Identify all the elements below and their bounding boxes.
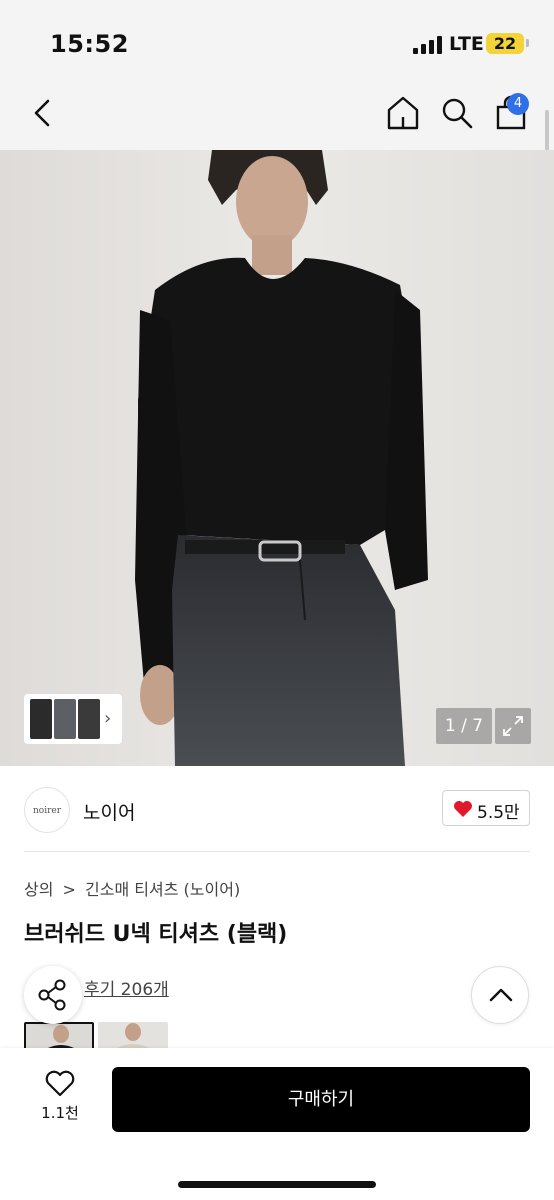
heart-outline-icon — [45, 1070, 75, 1097]
expand-icon — [503, 716, 523, 736]
product-title: 브러쉬드 U넥 티셔츠 (블랙) — [24, 922, 288, 947]
brand-name[interactable]: 노이어 — [83, 798, 135, 825]
chevron-left-icon — [34, 99, 50, 127]
share-icon — [38, 979, 66, 1011]
brand-like-button[interactable]: 5.5만 — [442, 790, 530, 826]
brand-row: noirer 노이어 5.5만 — [0, 766, 554, 852]
network-label: LTE — [449, 33, 484, 55]
home-icon — [387, 96, 419, 130]
color-option-black[interactable] — [24, 1022, 94, 1050]
gallery-thumb[interactable] — [54, 699, 76, 739]
gallery-thumb[interactable] — [78, 699, 100, 739]
status-bar: 15:52 LTE 22 — [0, 0, 554, 80]
scroll-top-button[interactable] — [471, 966, 529, 1024]
search-button[interactable] — [440, 96, 474, 130]
brand-logo[interactable]: noirer — [24, 787, 70, 833]
home-indicator — [178, 1181, 376, 1188]
wishlist-button[interactable]: 1.1천 — [30, 1068, 90, 1128]
model-photo — [0, 150, 554, 766]
search-icon — [442, 98, 473, 129]
breadcrumb-item-top[interactable]: 상의 — [24, 880, 53, 899]
cart-count-badge: 4 — [507, 93, 529, 115]
chevron-right-icon[interactable]: › — [104, 708, 111, 729]
image-counter: 1 / 7 — [436, 708, 492, 744]
chevron-up-icon — [489, 988, 513, 1002]
review-link[interactable]: 후기 206개 — [84, 975, 169, 1000]
heart-filled-icon — [454, 801, 472, 817]
breadcrumb-item-category[interactable]: 긴소매 티셔츠 (노이어) — [85, 880, 240, 899]
status-time: 15:52 — [50, 30, 129, 58]
breadcrumb: 상의 > 긴소매 티셔츠 (노이어) — [24, 876, 244, 900]
buy-button[interactable]: 구매하기 — [112, 1067, 530, 1132]
divider — [24, 851, 530, 852]
expand-button[interactable] — [495, 708, 531, 744]
breadcrumb-separator: > — [62, 880, 76, 899]
bottom-action-bar: 1.1천 구매하기 — [0, 1048, 554, 1200]
battery-tip — [526, 39, 529, 47]
gallery-thumb[interactable] — [30, 699, 52, 739]
battery-icon: 22 — [486, 33, 524, 54]
signal-icon — [413, 36, 443, 54]
color-thumb-image — [26, 1024, 92, 1048]
wishlist-count: 1.1천 — [41, 1104, 79, 1122]
nav-bar — [0, 80, 554, 150]
product-image[interactable] — [0, 150, 554, 766]
brand-like-count: 5.5만 — [477, 803, 520, 823]
home-button[interactable] — [386, 95, 420, 131]
share-button[interactable] — [24, 966, 82, 1024]
back-button[interactable] — [28, 96, 58, 130]
color-thumb-image — [98, 1022, 168, 1050]
color-option-other[interactable] — [98, 1022, 168, 1050]
